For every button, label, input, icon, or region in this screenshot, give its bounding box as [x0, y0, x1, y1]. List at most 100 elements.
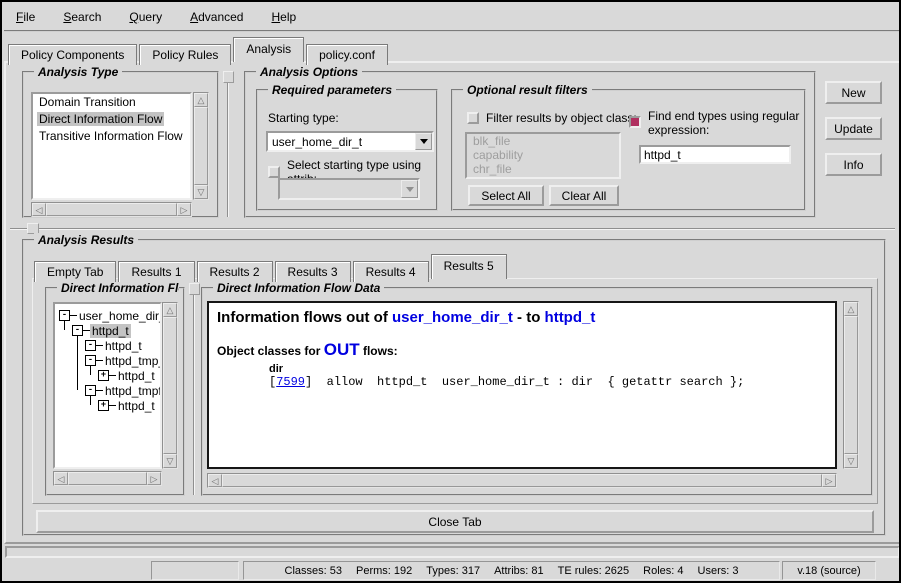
tree-hscrollbar[interactable]: ◁ ▷	[53, 471, 162, 486]
stat-perms: Perms: 192	[356, 565, 412, 577]
scroll-up-icon[interactable]: △	[844, 302, 858, 316]
menubar: File Search Query Advanced Help	[4, 4, 899, 32]
tree-connector	[90, 365, 91, 375]
tree-node[interactable]: + httpd_t	[55, 368, 160, 383]
clear-all-button[interactable]: Clear All	[549, 185, 619, 206]
attrib-checkbox[interactable]	[268, 166, 280, 178]
tree-node[interactable]: - user_home_dir_t	[55, 308, 160, 323]
tree-node[interactable]: - httpd_tmpfs_	[55, 383, 160, 398]
chevron-down-icon[interactable]	[415, 133, 432, 150]
analysis-type-listbox[interactable]: Domain Transition Direct Information Flo…	[31, 92, 192, 200]
list-item[interactable]: Direct Information Flow	[33, 111, 190, 128]
sash-handle[interactable]	[189, 283, 200, 295]
tab-analysis[interactable]: Analysis	[233, 37, 304, 62]
object-class-checkbox-label: Filter results by object class:	[486, 111, 637, 125]
info-button[interactable]: Info	[825, 153, 882, 176]
regex-input[interactable]	[641, 147, 789, 162]
starting-type-combobox[interactable]: user_home_dir_t	[266, 131, 434, 152]
results-tab-content: Direct Information Flow T - user_home_di…	[32, 278, 878, 504]
list-item[interactable]: Domain Transition	[33, 94, 190, 111]
sash-handle[interactable]	[223, 71, 234, 83]
tree-vscrollbar[interactable]: △ ▽	[162, 302, 178, 469]
collapse-icon[interactable]: -	[85, 340, 96, 351]
scroll-up-icon[interactable]: △	[163, 303, 177, 317]
tree-connector	[77, 335, 78, 390]
scrollbar-thumb[interactable]	[46, 203, 177, 216]
scroll-left-icon[interactable]: ◁	[208, 474, 222, 487]
scroll-right-icon[interactable]: ▷	[822, 474, 836, 487]
scrollbar-trough[interactable]	[68, 472, 147, 485]
tab-results-3[interactable]: Results 3	[275, 261, 351, 282]
flow-subheading: Object classes for OUT flows:	[217, 340, 827, 360]
sash-line	[39, 228, 895, 230]
starting-type-label: Starting type:	[268, 111, 339, 125]
stat-classes: Classes: 53	[285, 565, 342, 577]
flow-tree-frame: Direct Information Flow T - user_home_di…	[45, 287, 185, 496]
stat-types: Types: 317	[426, 565, 480, 577]
expand-icon[interactable]: +	[98, 370, 109, 381]
tree-node[interactable]: + httpd_t	[55, 398, 160, 413]
tab-policy-rules[interactable]: Policy Rules	[139, 44, 231, 65]
scrollbar-trough[interactable]	[194, 107, 208, 185]
scroll-right-icon[interactable]: ▷	[177, 203, 191, 216]
menu-query[interactable]: Query	[129, 10, 162, 24]
object-class-checkbox[interactable]	[467, 112, 479, 124]
close-tab-button[interactable]: Close Tab	[36, 510, 874, 533]
scrollbar-thumb[interactable]	[844, 316, 858, 454]
new-button[interactable]: New	[825, 81, 882, 104]
tree-node[interactable]: - httpd_t	[55, 338, 160, 353]
flow-tree[interactable]: - user_home_dir_t - httpd_t - httpd_t	[53, 302, 162, 469]
menu-search[interactable]: Search	[63, 10, 101, 24]
scrollbar-thumb[interactable]	[68, 472, 147, 485]
status-empty-box	[151, 561, 239, 580]
scrollbar-trough[interactable]	[844, 316, 858, 454]
rule-number-link[interactable]: 7599	[276, 375, 305, 389]
regex-checkbox[interactable]	[629, 116, 641, 128]
scroll-down-icon[interactable]: ▽	[194, 185, 208, 199]
main-tab-bar: Policy Components Policy Rules Analysis …	[8, 36, 390, 62]
scroll-left-icon[interactable]: ◁	[54, 472, 68, 485]
menu-file[interactable]: File	[16, 10, 35, 24]
optional-filters-title: Optional result filters	[463, 83, 592, 97]
scrollbar-thumb[interactable]	[194, 107, 208, 185]
policy-stats: Classes: 53 Perms: 192 Types: 317 Attrib…	[243, 561, 780, 580]
scroll-right-icon[interactable]: ▷	[147, 472, 161, 485]
scrollbar-thumb[interactable]	[163, 317, 177, 454]
menu-advanced[interactable]: Advanced	[190, 10, 243, 24]
tab-results-5[interactable]: Results 5	[431, 254, 507, 279]
scroll-left-icon[interactable]: ◁	[32, 203, 46, 216]
flow-data-text[interactable]: Information flows out of user_home_dir_t…	[207, 301, 837, 469]
analysis-type-vscrollbar[interactable]: △ ▽	[193, 92, 209, 200]
apol-window: File Search Query Advanced Help Policy C…	[0, 0, 901, 583]
data-vscrollbar[interactable]: △ ▽	[843, 301, 859, 469]
menu-help[interactable]: Help	[271, 10, 296, 24]
tree-node[interactable]: - httpd_t	[55, 323, 160, 338]
scroll-up-icon[interactable]: △	[194, 93, 208, 107]
scrollbar-trough[interactable]	[222, 474, 822, 487]
starting-type-value: user_home_dir_t	[268, 135, 415, 149]
scrollbar-trough[interactable]	[163, 317, 177, 454]
data-hscrollbar[interactable]: ◁ ▷	[207, 473, 837, 488]
expand-icon[interactable]: +	[98, 400, 109, 411]
scroll-down-icon[interactable]: ▽	[163, 454, 177, 468]
select-all-button[interactable]: Select All	[468, 185, 544, 206]
regex-entry-wrap	[639, 145, 791, 164]
list-item: chr_file	[467, 162, 619, 176]
tab-empty-tab[interactable]: Empty Tab	[34, 261, 116, 282]
tree-node[interactable]: - httpd_tmp_t	[55, 353, 160, 368]
scroll-down-icon[interactable]: ▽	[844, 454, 858, 468]
tab-policy-conf[interactable]: policy.conf	[306, 44, 388, 65]
tab-results-1[interactable]: Results 1	[118, 261, 194, 282]
tab-policy-components[interactable]: Policy Components	[8, 44, 137, 65]
tab-results-2[interactable]: Results 2	[197, 261, 273, 282]
attrib-combobox	[278, 178, 420, 200]
update-button[interactable]: Update	[825, 117, 882, 140]
analysis-type-hscrollbar[interactable]: ◁ ▷	[31, 202, 192, 217]
tab-results-4[interactable]: Results 4	[353, 261, 429, 282]
scrollbar-trough[interactable]	[46, 203, 177, 216]
list-item[interactable]: Transitive Information Flow	[33, 128, 190, 145]
scrollbar-thumb[interactable]	[222, 474, 822, 487]
regex-checkbox-row: Find end types using regular expression:	[629, 109, 799, 137]
chevron-down-icon	[401, 180, 418, 198]
analysis-options-frame: Analysis Options Required parameters Sta…	[244, 71, 816, 218]
